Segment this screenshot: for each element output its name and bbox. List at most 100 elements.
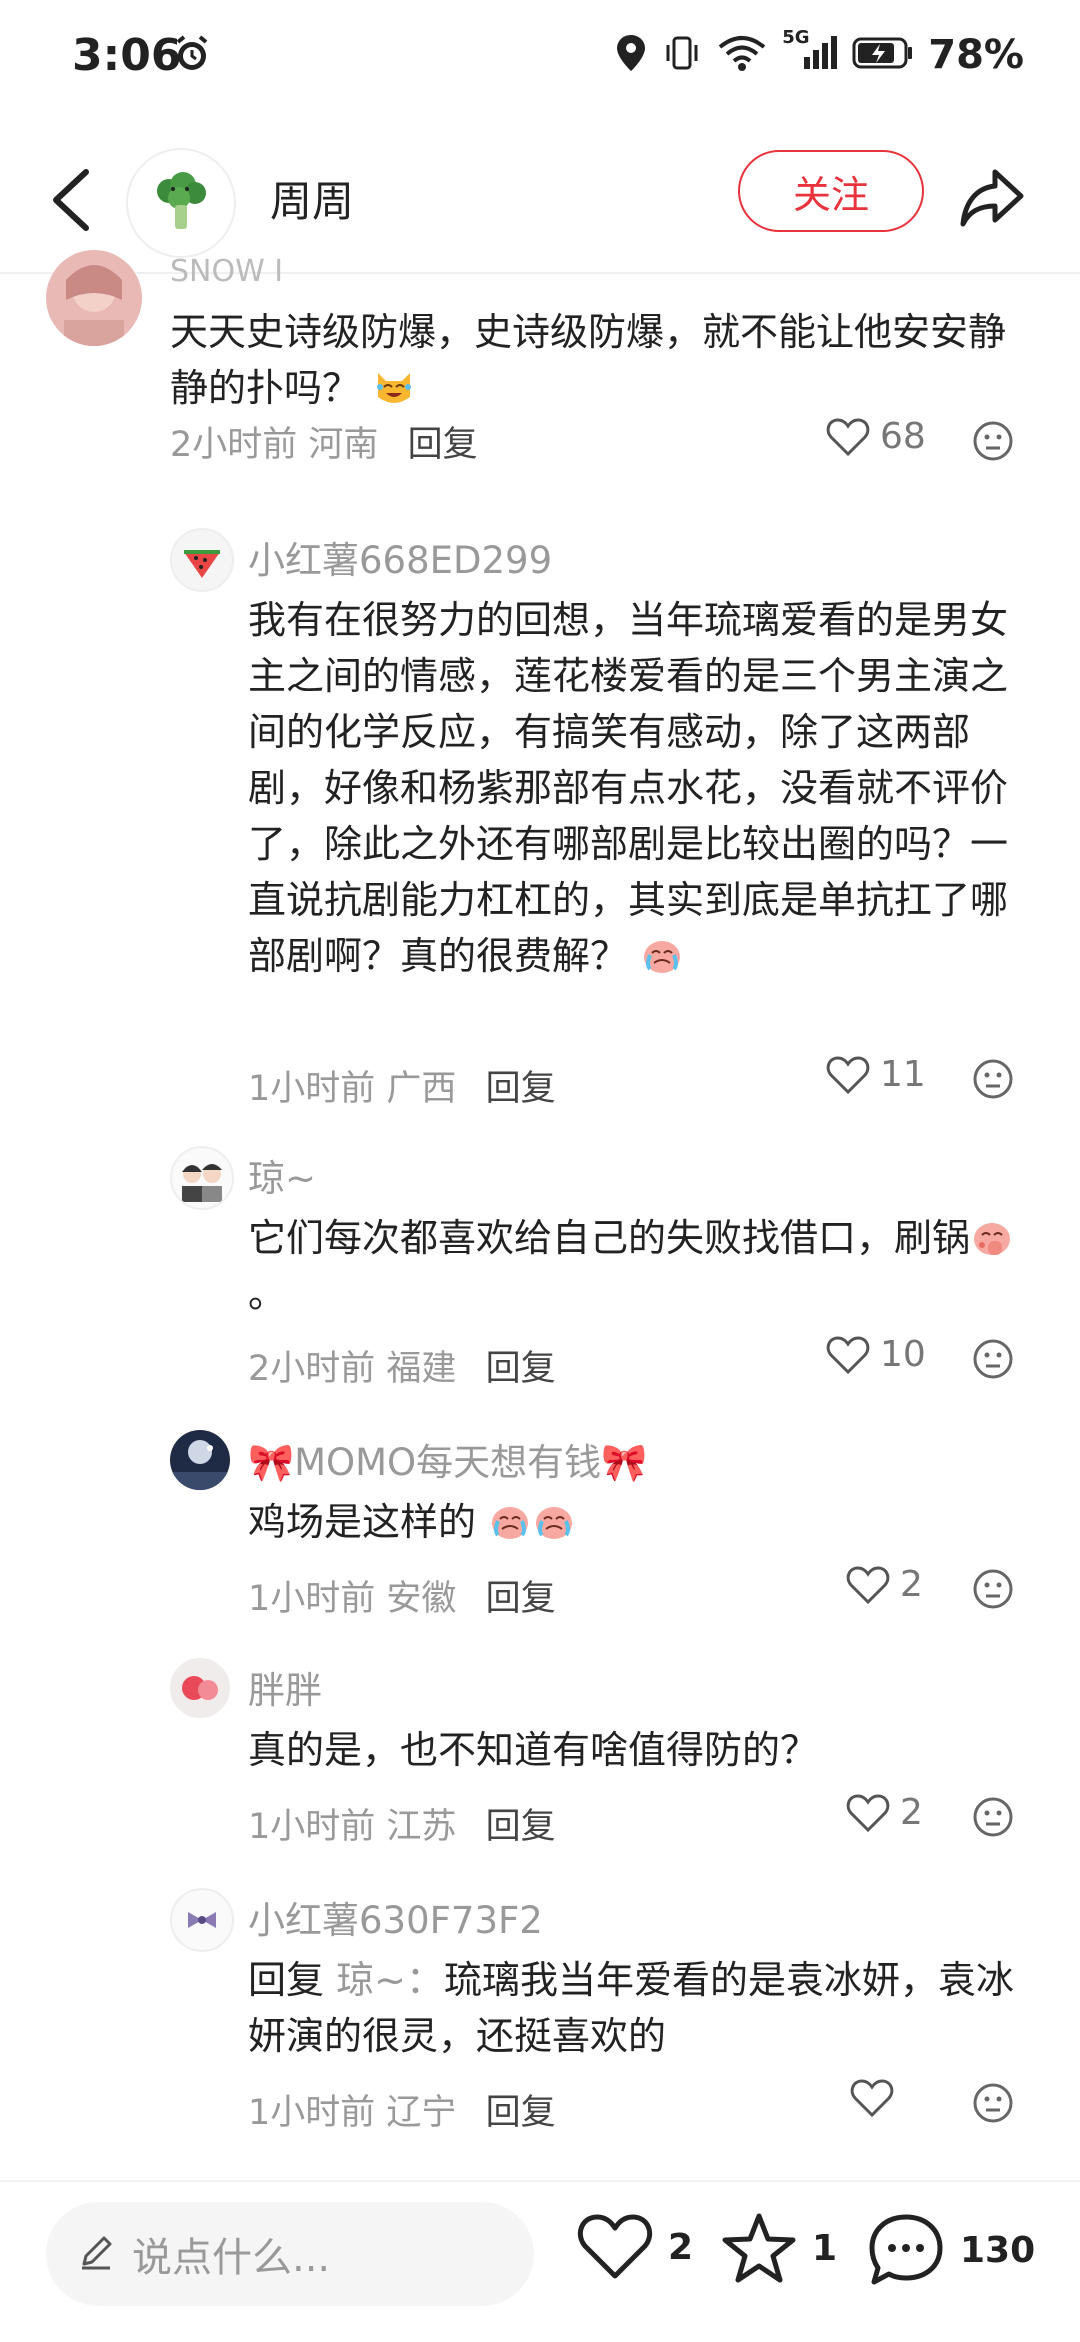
comment-item: SNOW I 天天史诗级防爆，史诗级防爆，就不能让他安安静静的扑吗？ 2小时前 … xyxy=(0,250,1080,504)
comment-input-placeholder: 说点什么... xyxy=(132,2235,331,2281)
reply-meta: 2小时前 福建 回复 xyxy=(248,1340,556,1391)
reply-time: 1小时前 xyxy=(248,1069,376,1109)
reply-location: 福建 xyxy=(386,1349,457,1389)
signal-icon: 5G xyxy=(782,27,838,77)
reply-username[interactable]: 🎀MOMO每天想有钱🎀 xyxy=(248,1432,647,1486)
neutral-face-icon xyxy=(973,1339,1013,1379)
avatar[interactable] xyxy=(170,1430,230,1490)
neutral-face-icon xyxy=(973,1059,1013,1099)
laughing-cat-emoji-icon xyxy=(372,365,416,409)
like-button[interactable]: 2 xyxy=(846,1792,923,1833)
reply-target[interactable]: 琼~： xyxy=(336,1958,444,2002)
comment-location: 河南 xyxy=(308,425,379,465)
avatar[interactable] xyxy=(170,1888,234,1952)
heart-icon xyxy=(846,1565,890,1604)
reply-button[interactable]: 回复 xyxy=(486,1807,556,1847)
follow-button[interactable]: 关注 xyxy=(738,150,924,232)
emoji-react-button[interactable] xyxy=(972,1338,1014,1384)
crying-face-emoji-icon xyxy=(488,1499,532,1543)
avatar[interactable] xyxy=(170,1146,234,1210)
chevron-left-icon xyxy=(53,169,89,231)
collect-button[interactable]: 1 xyxy=(720,2212,837,2284)
comment-meta: 2小时前 河南 回复 xyxy=(170,416,478,467)
like-count: 68 xyxy=(880,416,926,457)
reply-username[interactable]: 琼~ xyxy=(248,1148,316,1202)
author-avatar[interactable] xyxy=(126,148,236,258)
reply-time: 1小时前 xyxy=(248,1579,376,1619)
comment-time: 2小时前 xyxy=(170,425,298,465)
reply-location: 广西 xyxy=(386,1069,457,1109)
watermelon-icon xyxy=(184,550,220,578)
comment-text: 天天史诗级防爆，史诗级防爆，就不能让他安安静静的扑吗？ xyxy=(170,310,1007,410)
emoji-react-button[interactable] xyxy=(972,420,1014,466)
reply-location: 安徽 xyxy=(386,1579,457,1619)
network-label: 5G xyxy=(782,27,810,48)
reply-location: 辽宁 xyxy=(386,2093,457,2133)
comment-input[interactable]: 说点什么... xyxy=(46,2202,534,2306)
like-count: 2 xyxy=(900,1792,923,1833)
emoji-react-button[interactable] xyxy=(972,1568,1014,1614)
reply-button[interactable]: 回复 xyxy=(486,1069,556,1109)
reply-time: 2小时前 xyxy=(248,1349,376,1389)
reply-text: 鸡场是这样的 xyxy=(248,1494,1038,1550)
bow-icon xyxy=(188,1912,216,1928)
collect-count: 1 xyxy=(812,2227,838,2269)
comment-button[interactable]: 130 xyxy=(866,2212,1035,2288)
alarm-icon xyxy=(172,34,212,78)
neutral-face-icon xyxy=(973,1797,1013,1837)
neutral-face-icon xyxy=(973,421,1013,461)
reply-text: 真的是，也不知道有啥值得防的？ xyxy=(248,1728,819,1772)
heart-icon xyxy=(826,417,870,456)
status-bar: 3:06 5G 78% xyxy=(0,0,1080,120)
heart-icon xyxy=(846,1793,890,1832)
comment-username[interactable]: SNOW I xyxy=(170,254,283,289)
emoji-react-button[interactable] xyxy=(972,1058,1014,1104)
back-button[interactable] xyxy=(40,160,110,240)
reply-meta: 1小时前 辽宁 回复 xyxy=(248,2084,556,2135)
like-button[interactable]: 68 xyxy=(826,416,926,457)
comment-bubble-icon xyxy=(869,2214,943,2285)
reply-meta: 1小时前 广西 回复 xyxy=(248,1060,556,1111)
comment-count: 130 xyxy=(960,2229,1036,2271)
reply-username[interactable]: 小红薯668ED299 xyxy=(248,530,552,584)
avatar[interactable] xyxy=(170,1658,230,1718)
heart-icon xyxy=(850,2079,894,2118)
reply-button[interactable]: 回复 xyxy=(486,1579,556,1619)
heart-icon xyxy=(826,1055,870,1094)
reply-location: 江苏 xyxy=(386,1807,457,1847)
battery-icon xyxy=(852,33,914,77)
like-button[interactable]: 2 xyxy=(846,1564,923,1605)
neutral-face-icon xyxy=(973,1569,1013,1609)
heart-icon xyxy=(826,1335,870,1374)
like-button[interactable]: 10 xyxy=(826,1334,926,1375)
reply-item: 🎀MOMO每天想有钱🎀 鸡场是这样的 1小时前 安徽 回复 2 xyxy=(0,1422,1080,1622)
star-icon xyxy=(722,2213,796,2283)
share-button[interactable] xyxy=(955,160,1029,234)
reply-meta: 1小时前 安徽 回复 xyxy=(248,1570,556,1621)
like-button[interactable]: 11 xyxy=(826,1054,926,1095)
like-count: 10 xyxy=(880,1334,926,1375)
emoji-react-button[interactable] xyxy=(972,2082,1014,2128)
reply-button[interactable]: 回复 xyxy=(408,425,478,465)
face-palm-emoji-icon xyxy=(970,1215,1014,1259)
reply-button[interactable]: 回复 xyxy=(486,2093,556,2133)
like-button[interactable] xyxy=(850,2078,904,2118)
header: 周周 关注 xyxy=(0,130,1080,270)
like-post-button[interactable]: 2 xyxy=(576,2212,693,2282)
location-icon xyxy=(614,33,648,77)
reply-time: 1小时前 xyxy=(248,2093,376,2133)
avatar[interactable] xyxy=(46,250,142,346)
reply-text: 回复 琼~：琉璃我当年爱看的是袁冰妍，袁冰妍演的很灵，还挺喜欢的 xyxy=(248,1958,1014,2058)
neutral-face-icon xyxy=(973,2083,1013,2123)
reply-item: 胖胖 真的是，也不知道有啥值得防的？ 1小时前 江苏 回复 2 xyxy=(0,1650,1080,1850)
avatar[interactable] xyxy=(170,528,234,592)
reply-username[interactable]: 小红薯630F73F2 xyxy=(248,1890,543,1944)
crying-face-emoji-icon xyxy=(532,1499,576,1543)
reply-button[interactable]: 回复 xyxy=(486,1349,556,1389)
pencil-icon xyxy=(76,2232,116,2276)
reply-text: 我有在很努力的回想，当年琉璃爱看的是男女主之间的情感，莲花楼爱看的是三个男主演之… xyxy=(248,598,1009,978)
author-name[interactable]: 周周 xyxy=(270,168,354,229)
reply-username[interactable]: 胖胖 xyxy=(248,1660,322,1714)
like-count: 11 xyxy=(880,1054,926,1095)
emoji-react-button[interactable] xyxy=(972,1796,1014,1842)
